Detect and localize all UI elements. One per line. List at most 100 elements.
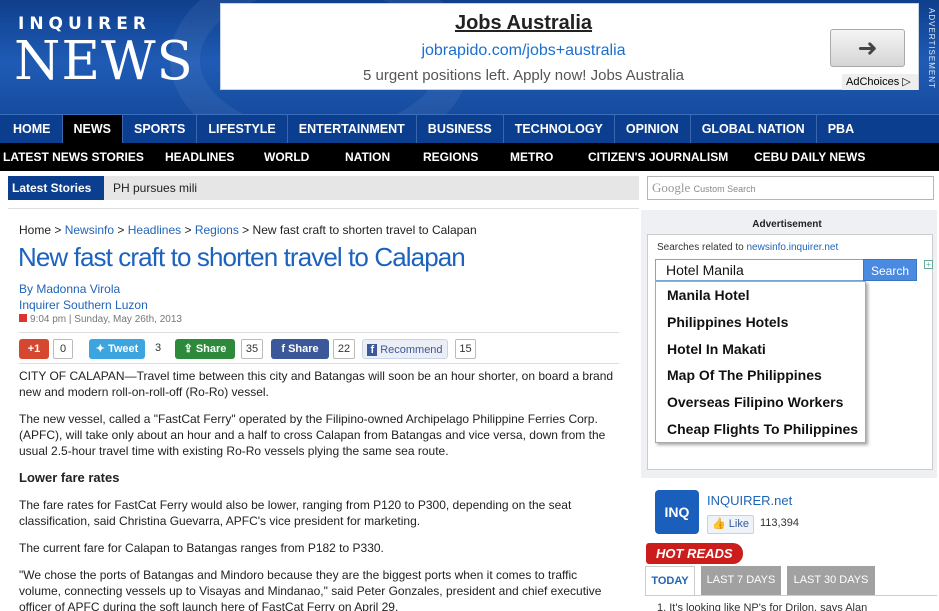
searches-prefix: Searches related to bbox=[657, 242, 744, 253]
secondary-nav: LATEST NEWS STORIES HEADLINES WORLD NATI… bbox=[0, 143, 939, 171]
inquirer-net-widget: INQ INQUIRER.net 👍 Like 113,394 bbox=[655, 490, 935, 540]
breadcrumb-home[interactable]: Home bbox=[19, 223, 51, 237]
share-label: Share bbox=[195, 343, 227, 355]
tab-today[interactable]: TODAY bbox=[645, 566, 695, 595]
advertisement-vertical-label: ADVERTISEMENT bbox=[927, 8, 936, 89]
custom-search-placeholder: Custom Search bbox=[693, 184, 756, 194]
related-searches-header: Searches related to newsinfo.inquirer.ne… bbox=[657, 242, 838, 253]
gplus-button[interactable]: +1 bbox=[19, 339, 49, 359]
searches-site[interactable]: newsinfo.inquirer.net bbox=[747, 242, 839, 253]
latest-stories-ticker[interactable]: PH pursues mili bbox=[113, 176, 197, 200]
related-searches-panel: Searches related to newsinfo.inquirer.ne… bbox=[647, 234, 933, 470]
source-link[interactable]: Inquirer Southern Luzon bbox=[19, 297, 148, 313]
nav-lifestyle[interactable]: LIFESTYLE bbox=[197, 115, 288, 143]
suggestions-dropdown: Manila Hotel Philippines Hotels Hotel In… bbox=[655, 281, 866, 443]
nav-citizens-journalism[interactable]: CITIZEN'S JOURNALISM bbox=[588, 143, 754, 171]
hot-reads-tabs: TODAY LAST 7 DAYS LAST 30 DAYS 1. It's l… bbox=[645, 566, 937, 611]
suggestion-item[interactable]: Manila Hotel bbox=[656, 282, 865, 309]
nav-global-nation[interactable]: GLOBAL NATION bbox=[691, 115, 817, 143]
tweet-button[interactable]: ✦ Tweet bbox=[89, 339, 145, 359]
sidebar-ad: Advertisement Searches related to newsin… bbox=[641, 210, 937, 478]
facebook-like-button[interactable]: 👍 Like bbox=[707, 515, 754, 534]
ad-description: 5 urgent positions left. Apply now! Jobs… bbox=[362, 67, 685, 84]
nav-home[interactable]: HOME bbox=[2, 115, 63, 143]
article-headline: New fast craft to shorten travel to Cala… bbox=[18, 242, 466, 272]
tweet-label: Tweet bbox=[107, 343, 139, 355]
recommend-label: Recommend bbox=[380, 344, 443, 356]
nav-sports[interactable]: SPORTS bbox=[123, 115, 198, 143]
advertisement-label: Advertisement bbox=[752, 219, 822, 230]
logo-main-text: NEWS bbox=[14, 31, 194, 92]
suggestion-item[interactable]: Overseas Filipino Workers bbox=[656, 389, 865, 416]
article-body: CITY OF CALAPAN—Travel time between this… bbox=[19, 368, 619, 611]
tab-last-7-days[interactable]: LAST 7 DAYS bbox=[701, 566, 781, 595]
nav-news[interactable]: NEWS bbox=[62, 115, 123, 143]
related-search-button[interactable]: Search bbox=[863, 259, 917, 281]
inquirer-net-link[interactable]: INQUIRER.net bbox=[707, 493, 792, 508]
breadcrumb-newsinfo[interactable]: Newsinfo bbox=[65, 223, 114, 237]
nav-nation[interactable]: NATION bbox=[345, 143, 423, 171]
top-banner-ad[interactable]: Jobs Australia jobrapido.com/jobs+austra… bbox=[220, 3, 919, 90]
related-search-input[interactable]: Hotel Manila bbox=[655, 259, 865, 281]
facebook-icon: f bbox=[367, 344, 378, 356]
facebook-share-label: Share bbox=[288, 343, 319, 355]
nav-cebu-daily-news[interactable]: CEBU DAILY NEWS bbox=[754, 143, 865, 171]
facebook-share-button[interactable]: f Share bbox=[271, 339, 329, 359]
facebook-share-count: 22 bbox=[333, 339, 355, 359]
article-paragraph: The fare rates for FastCat Ferry would a… bbox=[19, 498, 572, 528]
breadcrumb-regions[interactable]: Regions bbox=[195, 223, 239, 237]
breadcrumb-current: New fast craft to shorten travel to Cala… bbox=[252, 223, 477, 237]
share-icon: ⇪ bbox=[183, 343, 196, 355]
gplus-count: 0 bbox=[53, 339, 73, 359]
dateline: 9:04 pm | Sunday, May 26th, 2013 bbox=[19, 314, 182, 325]
hot-reads-banner: HOT READS bbox=[646, 543, 743, 564]
article-date: 9:04 pm | Sunday, May 26th, 2013 bbox=[30, 314, 182, 325]
breadcrumb: Home > Newsinfo > Headlines > Regions > … bbox=[19, 223, 477, 237]
breadcrumb-headlines[interactable]: Headlines bbox=[128, 223, 181, 237]
nav-metro[interactable]: METRO bbox=[510, 143, 588, 171]
nav-opinion[interactable]: OPINION bbox=[615, 115, 691, 143]
nav-headlines[interactable]: HEADLINES bbox=[165, 143, 264, 171]
arrow-right-icon[interactable]: ➜ bbox=[830, 29, 905, 67]
adchoices-link[interactable]: AdChoices ▷ bbox=[842, 74, 918, 90]
nav-entertainment[interactable]: ENTERTAINMENT bbox=[288, 115, 417, 143]
primary-nav: HOME NEWS SPORTS LIFESTYLE ENTERTAINMENT… bbox=[0, 114, 939, 143]
site-header: INQUIRER NEWS Jobs Australia jobrapido.c… bbox=[0, 0, 939, 114]
hot-read-item[interactable]: 1. It's looking like NP's for Drilon, sa… bbox=[645, 595, 937, 611]
suggestion-item[interactable]: Map Of The Philippines bbox=[656, 362, 865, 389]
share-button[interactable]: ⇪ Share bbox=[175, 339, 235, 359]
nav-business[interactable]: BUSINESS bbox=[417, 115, 504, 143]
suggestion-item[interactable]: Philippines Hotels bbox=[656, 309, 865, 336]
nav-technology[interactable]: TECHNOLOGY bbox=[504, 115, 615, 143]
author-link[interactable]: By Madonna Virola bbox=[19, 281, 148, 297]
share-toolbar: +1 0 ✦ Tweet 3 ⇪ Share 35 f Share 22 f R… bbox=[19, 332, 619, 364]
nav-pba[interactable]: PBA bbox=[817, 115, 865, 143]
share-count: 35 bbox=[241, 339, 263, 359]
custom-search-input[interactable]: Google Custom Search bbox=[647, 176, 934, 200]
latest-stories-bar: Latest Stories PH pursues mili bbox=[8, 176, 639, 200]
nav-world[interactable]: WORLD bbox=[264, 143, 345, 171]
latest-stories-label: Latest Stories bbox=[8, 176, 104, 200]
article-paragraph: "We chose the ports of Batangas and Mind… bbox=[19, 568, 602, 611]
article-paragraph: The new vessel, called a "FastCat Ferry"… bbox=[19, 412, 606, 458]
ad-title[interactable]: Jobs Australia bbox=[221, 12, 826, 35]
nav-regions[interactable]: REGIONS bbox=[423, 143, 510, 171]
tweet-count: 3 bbox=[149, 339, 167, 359]
ad-url[interactable]: jobrapido.com/jobs+australia bbox=[221, 42, 826, 60]
expand-icon[interactable]: + bbox=[924, 260, 933, 269]
inq-logo[interactable]: INQ bbox=[655, 490, 699, 534]
nav-latest-news-stories[interactable]: LATEST NEWS STORIES bbox=[0, 143, 165, 171]
inquirer-news-logo[interactable]: INQUIRER NEWS bbox=[14, 10, 204, 100]
article-paragraph: The current fare for Calapan to Batangas… bbox=[19, 541, 384, 555]
twitter-bird-icon: ✦ bbox=[95, 343, 108, 355]
article-paragraph: CITY OF CALAPAN—Travel time between this… bbox=[19, 369, 614, 399]
calendar-icon bbox=[19, 314, 27, 322]
facebook-recommend-button[interactable]: f Recommend bbox=[362, 339, 448, 359]
article-subhead: Lower fare rates bbox=[19, 470, 120, 485]
suggestion-item[interactable]: Hotel In Makati bbox=[656, 336, 865, 363]
byline: By Madonna Virola Inquirer Southern Luzo… bbox=[19, 281, 148, 313]
tab-last-30-days[interactable]: LAST 30 DAYS bbox=[787, 566, 875, 595]
google-logo: Google bbox=[652, 180, 691, 195]
suggestion-item[interactable]: Cheap Flights To Philippines bbox=[656, 416, 865, 442]
article: Home > Newsinfo > Headlines > Regions > … bbox=[8, 208, 639, 611]
